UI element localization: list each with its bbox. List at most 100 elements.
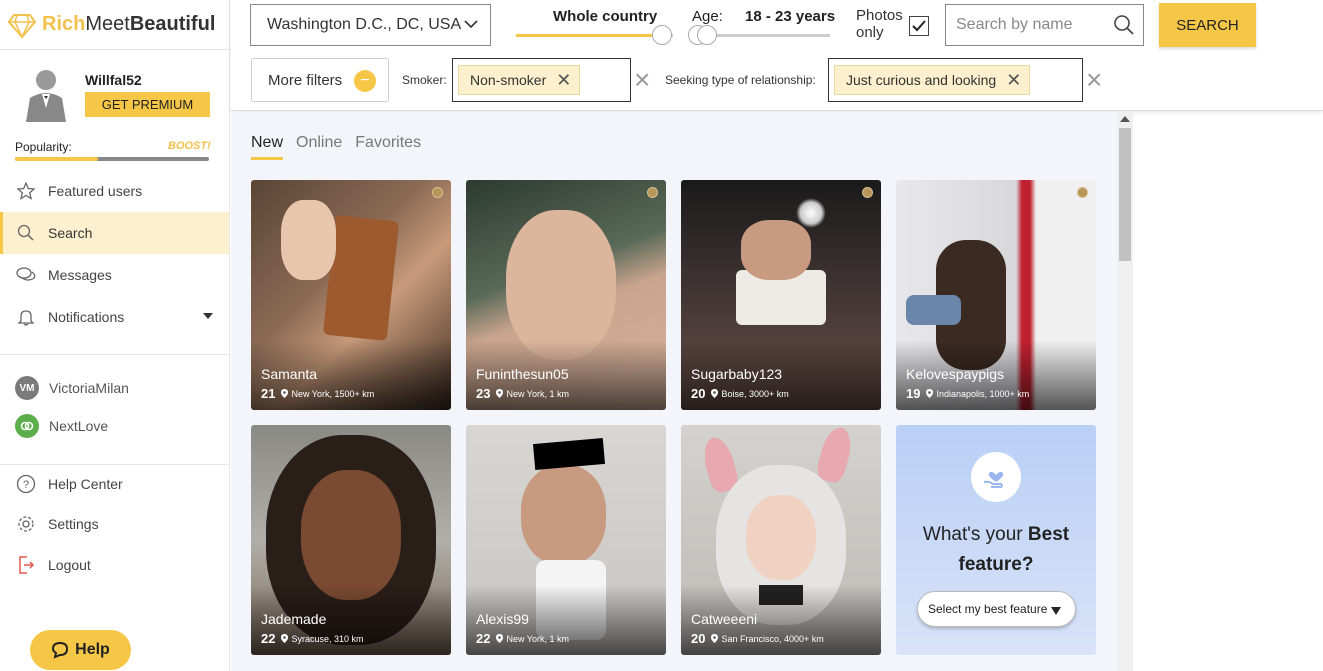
question-icon: ?	[16, 474, 36, 494]
face-image	[521, 465, 606, 565]
profile-meta: 20 San Francisco, 4000+ km	[691, 631, 824, 646]
nav-logout-label: Logout	[48, 557, 91, 573]
search-icon[interactable]	[1113, 14, 1135, 36]
nav-notifications-label: Notifications	[48, 309, 125, 325]
footer-nav: ? Help Center Settings Logout	[0, 464, 229, 586]
photos-only-checkbox[interactable]	[909, 16, 929, 36]
results-tabs: New Online Favorites	[251, 134, 434, 160]
location-select[interactable]: Washington D.C., DC, USA	[250, 4, 491, 46]
scrollbar[interactable]	[1117, 112, 1133, 671]
search-button[interactable]: SEARCH	[1159, 3, 1256, 47]
profile-card[interactable]: Catweeeni 20 San Francisco, 4000+ km	[681, 425, 881, 655]
clear-smoker-icon[interactable]: ×	[634, 66, 650, 94]
nav-featured-users[interactable]: Featured users	[0, 170, 229, 212]
partner-victoriamilan[interactable]: VM VictoriaMilan	[0, 369, 229, 407]
distance-slider-fill	[516, 34, 661, 37]
get-premium-button[interactable]: GET PREMIUM	[85, 92, 210, 117]
profile-age: 22	[476, 631, 491, 646]
profile-card[interactable]: Kelovespaypigs 19 Indianapolis, 1000+ km	[896, 180, 1096, 410]
status-dot	[862, 187, 873, 198]
chevron-down-icon[interactable]	[203, 313, 213, 319]
boost-link[interactable]: BOOST!	[168, 140, 211, 152]
search-icon	[16, 223, 36, 243]
age-value: 18 - 23 years	[745, 8, 836, 25]
face-image	[301, 470, 401, 600]
best-feature-promo: What's your Best feature? Select my best…	[896, 425, 1096, 655]
face-image	[741, 220, 811, 280]
status-dot	[432, 187, 443, 198]
partner-nextlove-label: NextLove	[49, 418, 109, 434]
tab-favorites[interactable]: Favorites	[355, 134, 421, 160]
smoker-filter[interactable]: Non-smoker ✕	[452, 58, 631, 102]
profile-card[interactable]: Funinthesun05 23 New York, 1 km	[466, 180, 666, 410]
chevron-down-icon	[464, 20, 478, 29]
main-nav: Featured users Search Messages Notificat…	[0, 170, 229, 338]
close-icon[interactable]: ✕	[1006, 71, 1021, 89]
partner-victoriamilan-label: VictoriaMilan	[49, 380, 129, 396]
nav-messages-label: Messages	[48, 267, 112, 283]
nav-help-center-label: Help Center	[48, 476, 123, 492]
censor-bar	[533, 437, 605, 471]
avatar[interactable]	[18, 64, 74, 122]
shorts-image	[906, 295, 961, 325]
nav-search-label: Search	[48, 225, 93, 241]
location-pin-icon	[926, 389, 934, 398]
relationship-label: Seeking type of relationship:	[665, 73, 816, 87]
age-slider-max-thumb[interactable]	[697, 25, 717, 45]
profile-location: Syracuse, 310 km	[291, 633, 364, 644]
profile-card[interactable]: Alexis99 22 New York, 1 km	[466, 425, 666, 655]
scroll-up-icon[interactable]	[1120, 116, 1130, 122]
profile-meta: 22 Syracuse, 310 km	[261, 631, 364, 646]
profile-name: Jademade	[261, 611, 327, 627]
status-dot	[1077, 187, 1088, 198]
scrollbar-thumb[interactable]	[1119, 128, 1131, 261]
flash-glare	[796, 198, 826, 228]
partner-nextlove[interactable]: NextLove	[0, 407, 229, 445]
nav-search[interactable]: Search	[0, 212, 229, 254]
relationship-filter[interactable]: Just curious and looking ✕	[828, 58, 1083, 102]
nextlove-icon	[15, 414, 39, 438]
nav-settings[interactable]: Settings	[0, 504, 229, 544]
profile-card[interactable]: Sugarbaby123 20 Boise, 3000+ km	[681, 180, 881, 410]
logout-icon	[16, 555, 36, 575]
profile-location: San Francisco, 4000+ km	[721, 633, 824, 644]
chat-icon	[16, 265, 36, 285]
profile-location: Boise, 3000+ km	[721, 388, 789, 399]
nav-logout[interactable]: Logout	[0, 544, 229, 586]
nav-notifications[interactable]: Notifications	[0, 296, 229, 338]
profile-card[interactable]: Jademade 22 Syracuse, 310 km	[251, 425, 451, 655]
close-icon[interactable]: ✕	[556, 71, 571, 89]
more-filters-label: More filters	[268, 71, 343, 89]
logo[interactable]: Rich Meet Beautiful	[0, 0, 229, 50]
profile-age: 20	[691, 386, 706, 401]
promo-bold1: Best	[1027, 524, 1070, 545]
nav-settings-label: Settings	[48, 516, 99, 532]
clear-relationship-icon[interactable]: ×	[1086, 66, 1102, 94]
tab-new[interactable]: New	[251, 134, 284, 160]
distance-slider-thumb[interactable]	[652, 25, 672, 45]
help-button[interactable]: Help	[30, 630, 131, 670]
relationship-chip: Just curious and looking ✕	[834, 65, 1031, 95]
logo-rich: Rich	[42, 13, 86, 35]
best-feature-select[interactable]: Select my best feature	[917, 591, 1076, 627]
bunny-ear-image	[814, 425, 856, 485]
sidebar: Rich Meet Beautiful Willfal52 GET PREMIUM …	[0, 0, 230, 671]
profile-card[interactable]: Samanta 21 New York, 1500+ km	[251, 180, 451, 410]
relationship-chip-label: Just curious and looking	[846, 72, 997, 88]
logo-beautiful: Beautiful	[129, 13, 216, 35]
profile-name: Funinthesun05	[476, 366, 569, 382]
tab-online[interactable]: Online	[296, 134, 342, 160]
distance-slider[interactable]	[516, 34, 673, 37]
more-filters-button[interactable]: More filters −	[251, 58, 389, 102]
results-panel: New Online Favorites Samanta 21 New York…	[231, 112, 1117, 671]
profile-name: Samanta	[261, 366, 318, 382]
nav-messages[interactable]: Messages	[0, 254, 229, 296]
promo-bold2: feature?	[958, 554, 1034, 575]
diamond-logo-icon	[8, 13, 36, 39]
location-pin-icon	[711, 389, 719, 398]
location-pin-icon	[711, 634, 719, 643]
photos-only-line2: only	[856, 24, 884, 41]
profile-location: New York, 1500+ km	[291, 388, 375, 399]
location-value: Washington D.C., DC, USA	[267, 16, 462, 33]
nav-help-center[interactable]: ? Help Center	[0, 464, 229, 504]
